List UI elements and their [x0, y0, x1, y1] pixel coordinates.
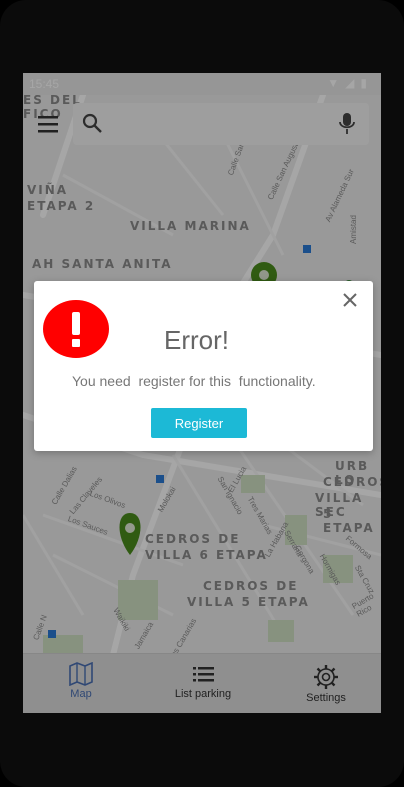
phone-frame: 15:45 ▼◢▮ ES DEL FICO VIÑA ETAPA 2 VILLA… — [0, 0, 404, 787]
error-dialog: Error! You need register for this functi… — [34, 281, 373, 451]
close-icon[interactable] — [341, 291, 359, 309]
register-button[interactable]: Register — [151, 408, 247, 438]
dialog-title: Error! — [164, 325, 229, 355]
dialog-message: You need register for this functionality… — [72, 373, 316, 389]
error-icon — [43, 300, 109, 358]
